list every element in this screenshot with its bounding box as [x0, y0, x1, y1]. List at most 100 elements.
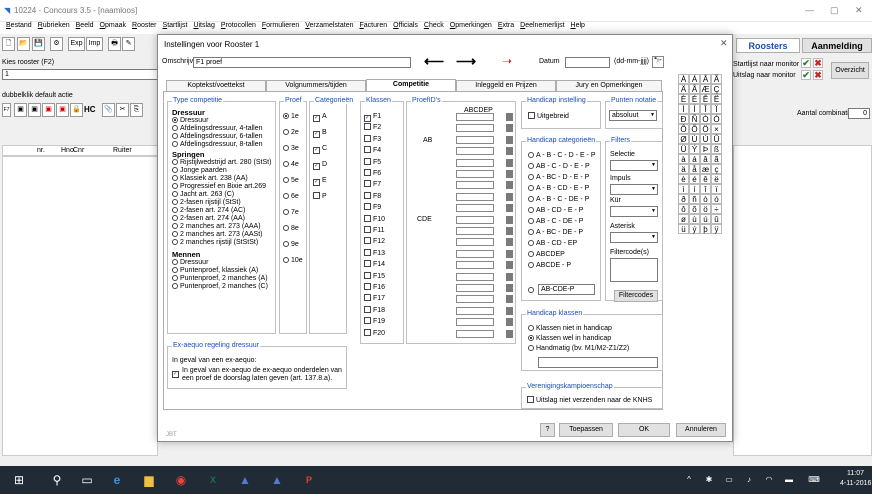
checkbox-icon[interactable]: [364, 226, 371, 233]
notification-icon[interactable]: ▬: [780, 471, 798, 489]
radio-icon[interactable]: [172, 259, 178, 265]
special-char-button[interactable]: Û: [711, 134, 722, 144]
checkbox-icon[interactable]: [364, 203, 371, 211]
menu-item[interactable]: Extra: [498, 22, 514, 29]
special-char-button[interactable]: Ö: [700, 124, 711, 134]
menu-item[interactable]: Opmaak: [100, 22, 126, 29]
radio-icon[interactable]: [528, 163, 534, 169]
hc-cat-option[interactable]: A - BC - DE - P: [528, 228, 583, 237]
save-icon[interactable]: 💾: [32, 37, 45, 51]
klasse-checkbox[interactable]: F5: [364, 157, 381, 167]
checkbox-icon[interactable]: [364, 237, 371, 245]
special-char-button[interactable]: Þ: [700, 144, 711, 154]
copy-icon[interactable]: ⎘: [130, 103, 143, 117]
radio-icon[interactable]: [528, 335, 534, 341]
special-char-button[interactable]: ð: [678, 194, 689, 204]
special-char-button[interactable]: Ò: [700, 114, 711, 124]
checkbox-icon[interactable]: [364, 180, 371, 188]
col-hno[interactable]: Hno: [61, 147, 74, 154]
radio-icon[interactable]: [172, 223, 178, 229]
proefid-lookup-icon[interactable]: [506, 124, 513, 133]
hc-custom-option[interactable]: [528, 286, 536, 295]
proefid-lookup-icon[interactable]: [506, 295, 513, 304]
filtercodes-button[interactable]: Filtercodes: [614, 290, 658, 302]
special-char-button[interactable]: Ð: [678, 114, 689, 124]
radio-icon[interactable]: [528, 240, 534, 246]
special-char-button[interactable]: Ý: [689, 144, 700, 154]
hc-cat-option[interactable]: A - B - C - D - E - P: [528, 151, 596, 160]
checkbox-icon[interactable]: [364, 328, 371, 336]
radio-icon[interactable]: [528, 185, 534, 191]
menu-item[interactable]: Deelnemerlijst: [520, 22, 564, 29]
menu-item[interactable]: Help: [571, 22, 585, 29]
f7-button[interactable]: F7: [2, 103, 11, 117]
radio-icon[interactable]: [172, 117, 178, 123]
checkbox-icon[interactable]: ✓: [313, 147, 320, 154]
menu-item[interactable]: Opmerkingen: [450, 22, 492, 29]
tab-jury[interactable]: Jury en Opmerkingen: [556, 80, 662, 91]
special-char-button[interactable]: þ: [700, 224, 711, 234]
checkbox-icon[interactable]: [527, 396, 534, 403]
klasse-checkbox[interactable]: F19: [364, 317, 385, 326]
uitgebreid-checkbox[interactable]: Uitgebreid: [528, 112, 569, 121]
hc-custom-input[interactable]: AB-CDE-P: [538, 284, 595, 295]
proef-option[interactable]: 8e: [283, 224, 299, 233]
hc-cat-option[interactable]: AB - C - DE - P: [528, 217, 583, 226]
radio-icon[interactable]: [283, 145, 289, 151]
checkbox-icon[interactable]: ✓: [172, 371, 179, 378]
arrow-left-icon[interactable]: ⟵: [424, 53, 444, 70]
open-icon[interactable]: 📂: [17, 37, 30, 51]
special-char-button[interactable]: Ô: [678, 124, 689, 134]
checkbox-icon[interactable]: [364, 191, 371, 199]
special-char-button[interactable]: Ù: [689, 134, 700, 144]
impuls-select[interactable]: [610, 184, 658, 195]
proefid-input[interactable]: [456, 181, 494, 190]
proefid-input[interactable]: [456, 124, 494, 133]
proefid-input[interactable]: [456, 272, 494, 281]
app-icon[interactable]: ▲: [236, 471, 254, 489]
search-icon[interactable]: ⚲: [48, 471, 66, 489]
radio-icon[interactable]: [528, 218, 534, 224]
radio-icon[interactable]: [528, 251, 534, 257]
dialog-close-button[interactable]: ✕: [720, 38, 728, 49]
radio-icon[interactable]: [172, 141, 178, 147]
radio-icon[interactable]: [283, 257, 289, 263]
special-char-button[interactable]: Î: [700, 104, 711, 114]
special-char-button[interactable]: ó: [711, 194, 722, 204]
special-char-button[interactable]: ò: [700, 194, 711, 204]
battery-icon[interactable]: ▭: [720, 471, 738, 489]
kies-rooster-input[interactable]: 1: [2, 69, 158, 80]
keyboard-icon[interactable]: ⌨: [805, 471, 823, 489]
special-char-button[interactable]: Ã: [711, 74, 722, 84]
checkbox-icon[interactable]: [364, 123, 371, 131]
special-char-button[interactable]: Á: [689, 74, 700, 84]
check-icon[interactable]: ✔: [801, 58, 811, 68]
proefid-lookup-icon[interactable]: [506, 204, 513, 213]
radio-icon[interactable]: [172, 267, 178, 273]
radio-icon[interactable]: [528, 174, 534, 180]
volume-icon[interactable]: ♪: [740, 471, 758, 489]
hc-button[interactable]: HC: [84, 105, 96, 114]
special-char-button[interactable]: ö: [700, 204, 711, 214]
radio-icon[interactable]: [283, 129, 289, 135]
checkbox-icon[interactable]: [313, 192, 320, 199]
proefid-lookup-icon[interactable]: [506, 215, 513, 224]
tab-volgnummers[interactable]: Volgnummers/tijden: [266, 80, 366, 91]
menu-item[interactable]: Beeld: [76, 22, 94, 29]
special-char-button[interactable]: è: [678, 174, 689, 184]
menu-item[interactable]: Startlijst: [163, 22, 188, 29]
hc-cat-option[interactable]: AB - CD - EP: [528, 239, 577, 248]
omschrijving-input[interactable]: F1 proef: [193, 57, 411, 68]
categorie-checkbox[interactable]: ✓ A: [313, 112, 327, 122]
radio-icon[interactable]: [283, 225, 289, 231]
radio-icon[interactable]: [283, 113, 289, 119]
special-char-button[interactable]: á: [689, 154, 700, 164]
proefid-lookup-icon[interactable]: [506, 135, 513, 144]
new-icon[interactable]: 🗋: [2, 37, 15, 51]
klasse-checkbox[interactable]: F11: [364, 226, 385, 235]
proefid-input[interactable]: [456, 329, 494, 338]
tab-inleggeld[interactable]: Inleggeld en Prijzen: [456, 80, 556, 91]
hc-klassen-option[interactable]: Klassen niet in handicap: [528, 324, 612, 333]
checkbox-icon[interactable]: [364, 214, 371, 222]
hc-cat-option[interactable]: A - B - C - DE - P: [528, 195, 589, 204]
